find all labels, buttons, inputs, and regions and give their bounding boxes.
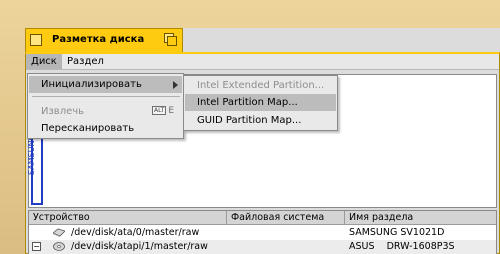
alt-key-icon: ALT: [152, 106, 167, 115]
column-header-device[interactable]: Устройство: [29, 211, 227, 224]
menu-item-label: Пересканировать: [41, 123, 135, 134]
table-header: Устройство Файловая система Имя раздела: [29, 211, 496, 225]
device-table: Устройство Файловая система Имя раздела …: [28, 210, 497, 254]
zoom-icon-front: [167, 36, 177, 46]
device-path: /dev/disk/atapi/1/master/raw: [71, 241, 208, 252]
menu-item-label: Инициализировать: [41, 79, 142, 90]
menu-partition[interactable]: Раздел: [62, 54, 109, 69]
device-path: /dev/disk/ata/0/master/raw: [71, 227, 200, 238]
menu-item-label: Извлечь: [41, 106, 85, 117]
menu-item-eject[interactable]: Извлечь ALT E: [29, 103, 182, 120]
table-row[interactable]: /dev/disk/ata/0/master/raw SAMSUNG SV102…: [29, 226, 496, 240]
window-title: Разметка диска: [52, 34, 145, 45]
column-header-partition-name[interactable]: Имя раздела: [345, 211, 495, 224]
submenu-item-guid-partition-map[interactable]: GUID Partition Map...: [185, 112, 336, 129]
menu-separator: [32, 96, 180, 97]
menu-disk[interactable]: Диск: [26, 54, 62, 69]
drive-setup-window: Разметка диска Диск Раздел SAMSUNG SV Ус…: [25, 28, 500, 254]
menu-shortcut: ALT E: [152, 106, 174, 116]
submenu-item-intel-partition-map[interactable]: Intel Partition Map...: [185, 94, 336, 111]
submenu-arrow-icon: [173, 81, 178, 89]
menu-item-rescan[interactable]: Пересканировать: [29, 120, 182, 137]
menu-bar: Диск Раздел: [26, 54, 499, 70]
window-tab[interactable]: Разметка диска: [25, 28, 183, 52]
initialize-submenu: Intel Extended Partition... Intel Partit…: [183, 75, 338, 131]
menu-item-initialize[interactable]: Инициализировать: [29, 76, 182, 93]
collapse-toggle[interactable]: −: [32, 242, 41, 251]
submenu-item-intel-extended[interactable]: Intel Extended Partition...: [185, 77, 336, 94]
shortcut-key: E: [168, 106, 174, 116]
window-zoom-button[interactable]: [164, 33, 178, 47]
column-header-filesystem[interactable]: Файловая система: [227, 211, 345, 224]
optical-disc-icon: [53, 242, 65, 251]
partition-name: SAMSUNG SV1021D: [349, 227, 445, 238]
disk-menu-dropdown: Инициализировать Извлечь ALT E Пересканир…: [27, 73, 184, 139]
partition-name: ASUS DRW-1608P3S: [349, 241, 455, 252]
table-row[interactable]: − /dev/disk/atapi/1/master/raw ASUS DRW-…: [29, 240, 496, 254]
hard-disk-icon: [52, 228, 66, 237]
window-close-button[interactable]: [30, 34, 42, 46]
